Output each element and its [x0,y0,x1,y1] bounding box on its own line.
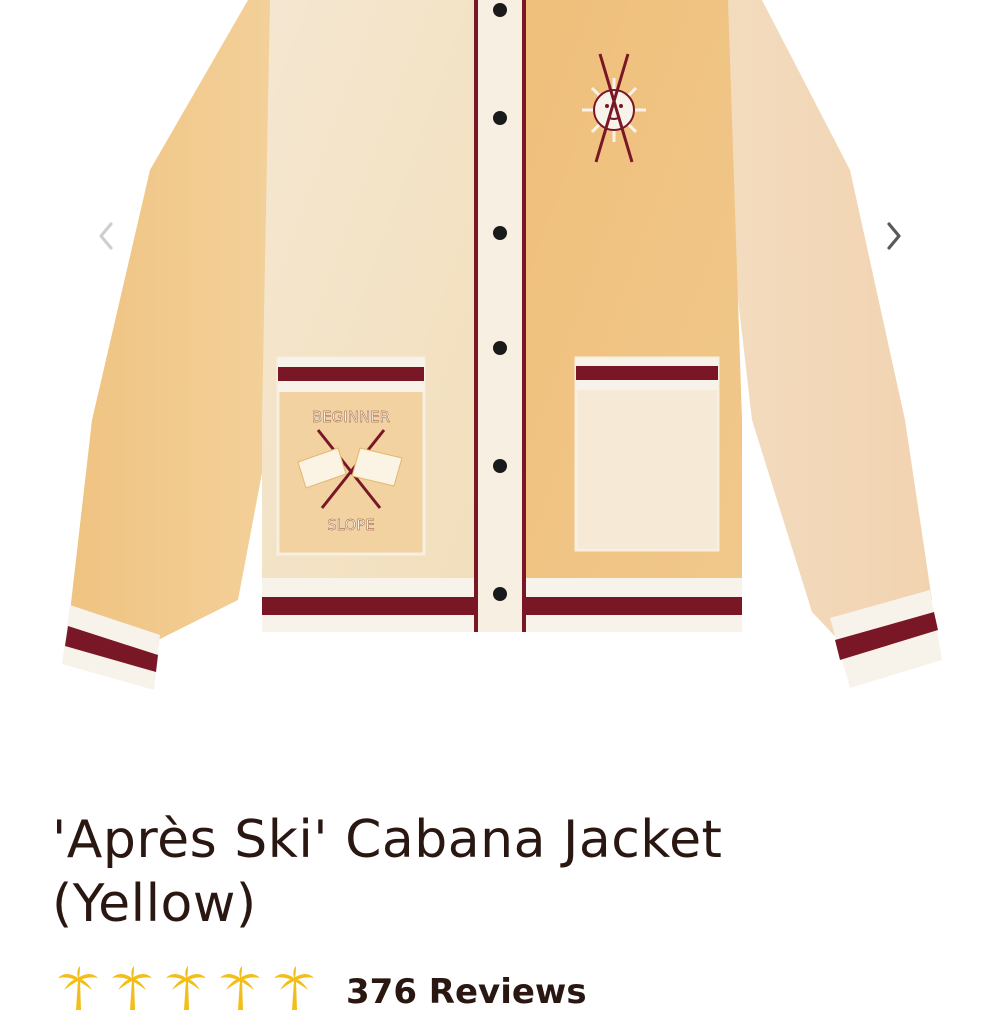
left-pocket: BEGINNER SLOPE [276,356,426,556]
product-title-line-2: (Yellow) [52,874,257,934]
palm-tree-icon [166,966,206,1010]
button-placket [474,0,526,632]
palm-tree-icon [274,966,314,1010]
next-image-button[interactable] [874,214,914,258]
rating-stars [56,966,326,1010]
product-title: 'Après Ski' Cabana Jacket (Yellow) [52,808,952,936]
reviews-link[interactable]: 376 Reviews [346,972,587,1012]
jacket-image: BEGINNER SLOPE [62,0,942,690]
pocket-text-bottom: SLOPE [327,516,375,534]
rating-row[interactable]: 376 Reviews [56,966,587,1012]
previous-image-button[interactable] [86,214,126,258]
right-pocket [574,356,720,552]
right-sleeve [712,0,932,650]
product-title-line-1: 'Après Ski' Cabana Jacket [52,810,723,870]
palm-tree-icon [112,966,152,1010]
palm-tree-icon [58,966,98,1010]
palm-tree-icon [220,966,260,1010]
chevron-left-icon [99,222,113,250]
pocket-text-top: BEGINNER [312,408,390,426]
chevron-right-icon [887,222,901,250]
product-gallery: BEGINNER SLOPE [0,0,1000,780]
